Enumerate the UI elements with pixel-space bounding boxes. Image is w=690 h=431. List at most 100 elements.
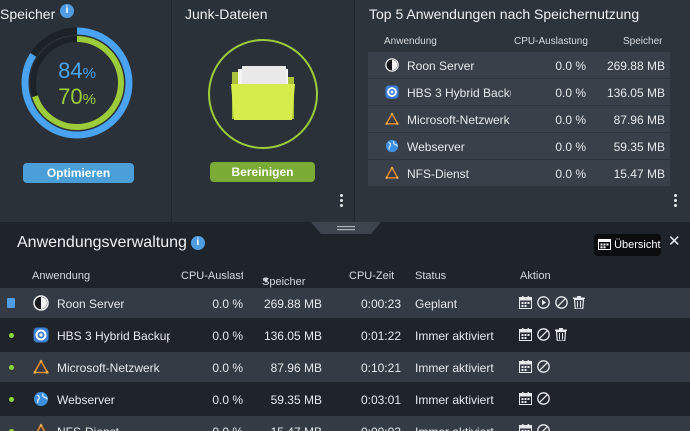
app-table-row[interactable]: Webserver 0.0 % 59.35 MB 0:03:01 Immer aktiv…: [0, 384, 690, 414]
schedule-icon[interactable]: [519, 392, 532, 405]
top5-mem: 15.47 MB: [613, 167, 665, 181]
junk-title: Junk-Dateien: [185, 6, 268, 22]
schedule-icon[interactable]: [519, 328, 532, 341]
app-status: Immer aktiviert: [415, 393, 494, 407]
app-name: Microsoft-Netzwerk: [57, 361, 160, 375]
top5-mem: 87.96 MB: [613, 113, 665, 127]
stop-icon[interactable]: [537, 392, 550, 405]
top5-cpu: 0.0 %: [555, 113, 586, 127]
top5-row: NFS-Dienst 0.0 % 15.47 MB: [368, 160, 670, 187]
top5-header-cpu: CPU-Auslastung: [514, 36, 588, 47]
app-name: HBS 3 Hybrid Backup Sync: [57, 329, 170, 343]
junk-files-widget: Junk-Dateien Bereinigen: [171, 0, 353, 222]
app-actions: [519, 424, 555, 431]
app-actions: [519, 360, 555, 374]
storage-value-primary: 84%: [58, 58, 96, 83]
globe-icon: [385, 139, 399, 156]
schedule-icon[interactable]: [519, 360, 532, 373]
top5-mem: 136.05 MB: [606, 86, 665, 100]
app-table-row[interactable]: Roon Server 0.0 % 269.88 MB 0:00:23 Geplant: [0, 288, 690, 318]
folder-icon: [230, 64, 296, 127]
top5-app-name: Webserver: [407, 140, 465, 154]
top5-mem: 269.88 MB: [606, 59, 665, 73]
app-mem: 269.88 MB: [263, 297, 322, 311]
top5-app-name: Roon Server: [407, 59, 475, 73]
app-name: Webserver: [57, 393, 115, 407]
top5-app-name: HBS 3 Hybrid Backup Sync: [407, 86, 511, 100]
info-icon[interactable]: i: [60, 4, 74, 18]
top5-cpu: 0.0 %: [555, 167, 586, 181]
app-cpu-time: 0:03:01: [360, 393, 401, 407]
app-cpu-time: 0:10:21: [360, 361, 401, 375]
network-icon: [385, 112, 399, 129]
app-cpu: 0.0 %: [212, 297, 243, 311]
app-mem: 87.96 MB: [270, 361, 322, 375]
top5-cpu: 0.0 %: [555, 140, 586, 154]
top5-mem: 59.35 MB: [613, 140, 665, 154]
selected-row-icon: [7, 298, 15, 308]
header-cpu[interactable]: CPU-Auslastung: [181, 270, 243, 282]
app-manager-panel: Anwendungsverwaltung i Übersicht ✕ Anwend…: [0, 222, 690, 431]
schedule-icon[interactable]: [519, 424, 532, 431]
header-time[interactable]: CPU-Zeit: [349, 270, 394, 282]
storage-value-secondary: 70%: [58, 84, 96, 109]
header-status[interactable]: Status: [415, 270, 446, 282]
stop-icon[interactable]: [537, 360, 550, 373]
schedule-icon[interactable]: [519, 296, 532, 309]
network-icon: [33, 423, 49, 431]
hbs-icon: [33, 327, 49, 346]
calendar-icon: [598, 239, 611, 250]
roon-icon: [385, 58, 399, 75]
top5-app-name: Microsoft-Netzwerk: [407, 113, 510, 127]
app-mem: 136.05 MB: [263, 329, 322, 343]
app-status: Geplant: [415, 297, 458, 311]
info-icon[interactable]: i: [190, 236, 205, 250]
header-app[interactable]: Anwendung: [32, 270, 90, 282]
app-actions: [519, 392, 555, 406]
overview-button[interactable]: Übersicht: [594, 234, 661, 256]
app-status: Immer aktiviert: [415, 329, 494, 343]
optimize-button[interactable]: Optimieren: [23, 163, 134, 183]
app-cpu: 0.0 %: [212, 361, 243, 375]
app-cpu-time: 0:01:22: [360, 329, 401, 343]
top5-cpu: 0.0 %: [555, 86, 586, 100]
storage-ring-chart: 84% 70%: [20, 26, 134, 140]
top5-title: Top 5 Anwendungen nach Speichernutzung: [369, 6, 640, 22]
app-table-header: Anwendung CPU-Auslastung Speicher ▼ CPU-…: [32, 270, 551, 288]
app-status: Immer aktiviert: [415, 425, 494, 431]
status-dot: [9, 333, 14, 338]
status-dot: [9, 397, 14, 402]
more-options-icon[interactable]: [338, 194, 344, 210]
app-cpu: 0.0 %: [212, 393, 243, 407]
top5-row: HBS 3 Hybrid Backup Sync 0.0 % 136.05 MB: [368, 79, 670, 106]
app-table-row[interactable]: NFS-Dienst 0.0 % 15.47 MB 0:00:03 Immer akti…: [0, 416, 690, 431]
network-icon: [33, 359, 49, 378]
app-cpu-time: 0:00:03: [340, 425, 401, 431]
app-name: Roon Server: [57, 297, 125, 311]
app-actions: [519, 328, 572, 342]
top5-row: Roon Server 0.0 % 269.88 MB: [368, 52, 670, 79]
app-table-row[interactable]: HBS 3 Hybrid Backup Sync 0.0 % 136.05 MB 0:…: [0, 320, 690, 350]
uninstall-icon[interactable]: [573, 296, 585, 310]
close-icon[interactable]: ✕: [668, 232, 681, 250]
more-options-icon[interactable]: [672, 194, 678, 210]
stop-icon[interactable]: [537, 328, 550, 341]
top5-row: Webserver 0.0 % 59.35 MB: [368, 133, 670, 160]
collapse-handle[interactable]: [311, 222, 381, 236]
stop-icon[interactable]: [537, 424, 550, 431]
roon-icon: [33, 295, 49, 314]
uninstall-icon[interactable]: [555, 328, 567, 342]
app-table-row[interactable]: Microsoft-Netzwerk 0.0 % 87.96 MB 0:10:21 Im…: [0, 352, 690, 382]
top5-app-name: NFS-Dienst: [407, 167, 470, 181]
stop-icon[interactable]: [555, 296, 568, 309]
storage-title: Speicher: [0, 6, 56, 22]
top5-table-header: Anwendung CPU-Auslastung Speicher: [368, 30, 670, 52]
clean-button[interactable]: Bereinigen: [210, 162, 315, 182]
start-icon[interactable]: [537, 296, 550, 309]
dashboard-widgets: Speicher i 84% 70% Optimieren Junk-Datei…: [0, 0, 690, 222]
app-cpu-time: 0:00:23: [360, 297, 401, 311]
top5-header-mem: Speicher: [623, 36, 663, 47]
app-manager-title: Anwendungsverwaltung i: [17, 234, 205, 252]
app-mem: 59.35 MB: [270, 393, 322, 407]
sort-desc-icon: ▼: [262, 276, 270, 285]
